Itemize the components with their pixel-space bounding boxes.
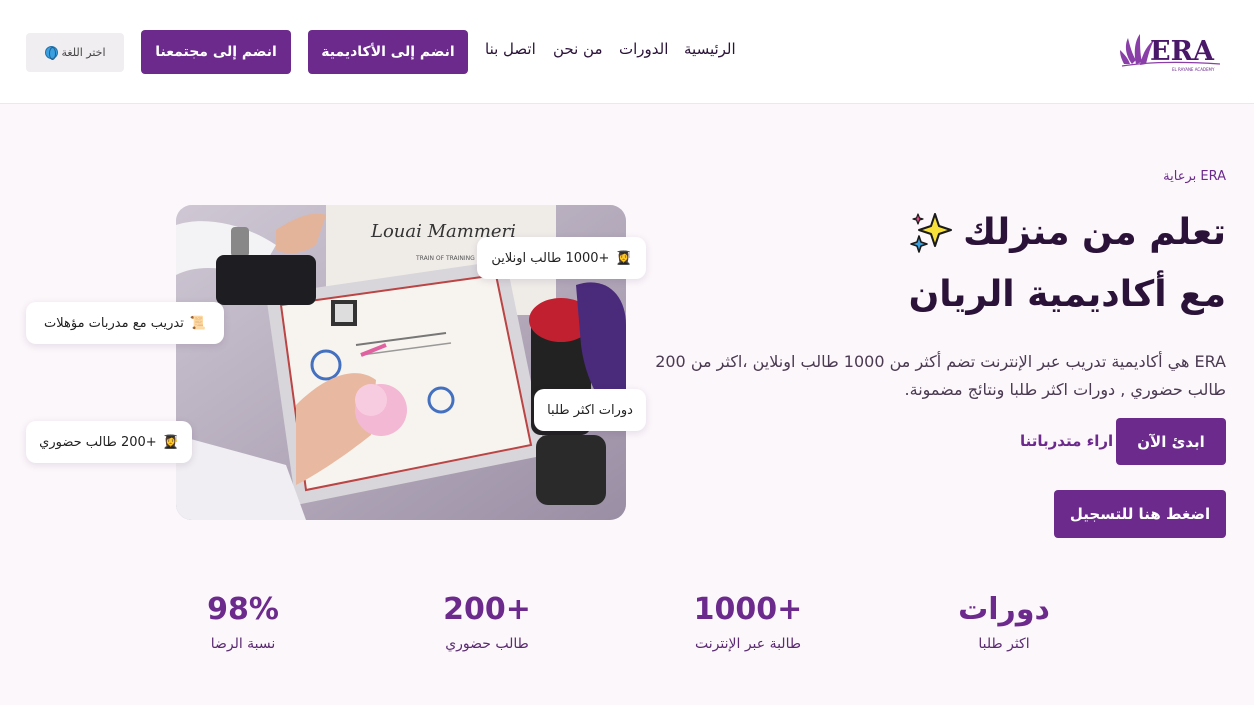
hero-title-line1: تعلم من منزلك <box>909 210 1226 254</box>
cert-subtitle: TRAIN OF TRAINING <box>415 255 475 262</box>
register-button[interactable]: اضغط هنا للتسجيل <box>1054 490 1226 538</box>
stat-label: نسبة الرضا <box>210 636 276 652</box>
hero-title-line2: مع أكاديمية الريان <box>908 274 1226 315</box>
nav-courses[interactable]: الدورات <box>619 40 668 64</box>
stat-courses: دورات اكثر طلبا <box>904 590 1104 652</box>
nav-contact[interactable]: اتصل بنا <box>485 40 536 64</box>
stat-value: 1000+ <box>693 592 803 627</box>
stat-online-students: 1000+ طالبة عبر الإنترنت <box>648 590 848 652</box>
start-now-button[interactable]: ابدئ الآن <box>1116 418 1226 465</box>
join-community-button[interactable]: انضم إلى مجتمعنا <box>141 30 291 74</box>
stat-satisfaction: 98% نسبة الرضا <box>143 590 343 652</box>
era-logo[interactable]: ERA EL RAYANE ACADEMY <box>1120 30 1224 74</box>
chip-courses-label: دورات اكثر طلبا <box>547 402 633 418</box>
stat-label: طالب حضوري <box>445 636 529 652</box>
stat-label: طالبة عبر الإنترنت <box>695 636 801 652</box>
chip-trainers-label: تدريب مع مدربات مؤهلات <box>44 315 184 331</box>
hero-title-line1-text: تعلم من منزلك <box>963 211 1226 253</box>
globe-icon <box>44 46 58 60</box>
chip-online-label: +1000 طالب اونلاين <box>491 250 610 266</box>
language-label: اختر اللغة <box>61 46 106 59</box>
reviews-link[interactable]: اراء متدرباتنا <box>1020 432 1113 450</box>
nav-about[interactable]: من نحن <box>553 40 603 64</box>
stat-value: 98% <box>207 592 279 627</box>
chip-popular-courses: دورات اكثر طلبا <box>534 389 646 431</box>
stat-label: اكثر طلبا <box>978 636 1030 652</box>
student-icon: 👩‍🎓 <box>162 434 179 450</box>
language-selector[interactable]: اختر اللغة <box>26 33 124 72</box>
stat-inperson-students: 200+ طالب حضوري <box>387 590 587 652</box>
stat-value: دورات <box>958 592 1050 627</box>
chip-inperson-label: +200 طالب حضوري <box>39 434 157 450</box>
chip-qualified-trainers: 📜 تدريب مع مدربات مؤهلات <box>26 302 224 344</box>
nav-home[interactable]: الرئيسية <box>684 40 736 64</box>
site-header: ERA EL RAYANE ACADEMY الرئيسية الدورات م… <box>0 0 1254 104</box>
sponsor-text: برعاية ERA <box>1163 169 1226 184</box>
student-icon: 👩‍🎓 <box>615 250 632 266</box>
stat-value: 200+ <box>443 592 531 627</box>
chip-online-students: 👩‍🎓 +1000 طالب اونلاين <box>477 237 646 279</box>
sparkles-icon <box>910 213 953 253</box>
logo-subtext: EL RAYANE ACADEMY <box>1172 67 1215 72</box>
hero-description: ERA هي أكاديمية تدريب عبر الإنترنت تضم أ… <box>655 352 1226 399</box>
join-academy-button[interactable]: انضم إلى الأكاديمية <box>308 30 468 74</box>
chip-inperson-students: 👩‍🎓 +200 طالب حضوري <box>26 421 192 463</box>
scroll-icon: 📜 <box>189 315 206 331</box>
